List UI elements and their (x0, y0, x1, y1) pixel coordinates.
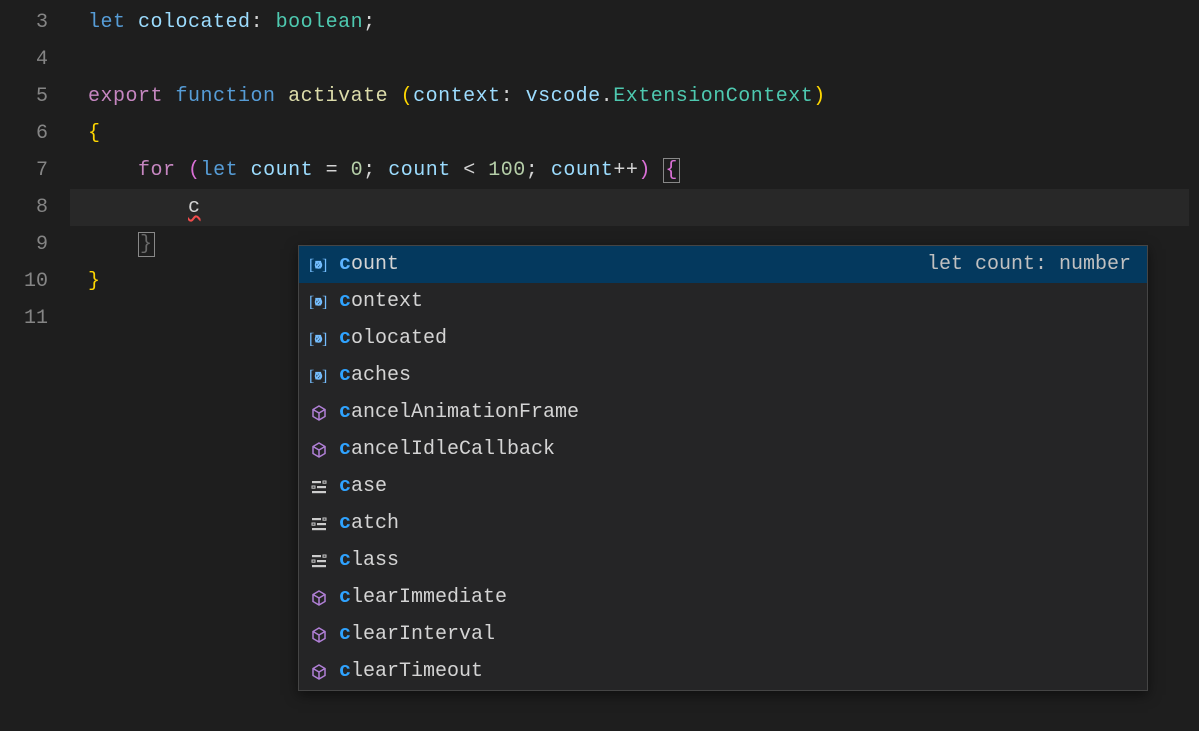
suggestion-label: caches (339, 364, 411, 387)
line-number: 7 (0, 152, 70, 189)
code-editor[interactable]: 3 4 5 6 7 8 9 10 11 let colocated: boole… (0, 0, 1199, 731)
code-line[interactable] (88, 41, 1199, 78)
suggestion-label: cancelIdleCallback (339, 438, 555, 461)
code-line[interactable]: export function activate (context: vscod… (88, 78, 1199, 115)
suggestion-label: case (339, 475, 387, 498)
variable-icon: [] (305, 366, 333, 386)
code-line[interactable]: { (88, 115, 1199, 152)
line-number: 6 (0, 115, 70, 152)
suggestion-label: colocated (339, 327, 447, 350)
keyword-icon (305, 514, 333, 534)
method-icon (305, 625, 333, 645)
suggestion-item[interactable]: [] caches (299, 357, 1147, 394)
line-number-gutter: 3 4 5 6 7 8 9 10 11 (0, 0, 70, 731)
line-number: 10 (0, 263, 70, 300)
suggestion-label: clearInterval (339, 623, 495, 646)
suggestion-item[interactable]: cancelIdleCallback (299, 431, 1147, 468)
suggestion-label: class (339, 549, 399, 572)
suggestion-label: cancelAnimationFrame (339, 401, 579, 424)
svg-text:[: [ (309, 257, 314, 274)
code-content[interactable]: let colocated: boolean; export function … (70, 0, 1199, 731)
method-icon (305, 440, 333, 460)
suggestion-item[interactable]: [] context (299, 283, 1147, 320)
line-number: 11 (0, 300, 70, 337)
suggestion-detail: let count: number (927, 253, 1141, 276)
line-number: 5 (0, 78, 70, 115)
suggestion-label: clearTimeout (339, 660, 483, 683)
suggestion-label: context (339, 290, 423, 313)
line-number: 3 (0, 4, 70, 41)
svg-text:[: [ (309, 368, 314, 385)
suggestion-item[interactable]: case (299, 468, 1147, 505)
line-number: 4 (0, 41, 70, 78)
code-line[interactable]: for (let count = 0; count < 100; count++… (88, 152, 1199, 189)
intellisense-popup[interactable]: [] count let count: number [] context [] coloc… (298, 245, 1148, 691)
suggestion-item[interactable]: clearImmediate (299, 579, 1147, 616)
suggestion-label: catch (339, 512, 399, 535)
suggestion-item[interactable]: clearTimeout (299, 653, 1147, 690)
suggestion-item[interactable]: cancelAnimationFrame (299, 394, 1147, 431)
method-icon (305, 588, 333, 608)
code-line[interactable]: let colocated: boolean; (88, 4, 1199, 41)
method-icon (305, 403, 333, 423)
suggestion-item[interactable]: catch (299, 505, 1147, 542)
variable-icon: [] (305, 329, 333, 349)
keyword-icon (305, 551, 333, 571)
suggestion-label: clearImmediate (339, 586, 507, 609)
suggestion-item[interactable]: [] count let count: number (299, 246, 1147, 283)
svg-text:]: ] (322, 257, 327, 274)
svg-text:[: [ (309, 294, 314, 311)
svg-text:]: ] (322, 368, 327, 385)
line-number: 9 (0, 226, 70, 263)
method-icon (305, 662, 333, 682)
suggestion-item[interactable]: class (299, 542, 1147, 579)
keyword-icon (305, 477, 333, 497)
svg-text:]: ] (322, 294, 327, 311)
code-line[interactable]: c (88, 189, 1199, 226)
suggestion-item[interactable]: [] colocated (299, 320, 1147, 357)
svg-text:]: ] (322, 331, 327, 348)
variable-icon: [] (305, 255, 333, 275)
line-number: 8 (0, 189, 70, 226)
svg-text:[: [ (309, 331, 314, 348)
variable-icon: [] (305, 292, 333, 312)
suggestion-label: count (339, 253, 399, 276)
suggestion-item[interactable]: clearInterval (299, 616, 1147, 653)
